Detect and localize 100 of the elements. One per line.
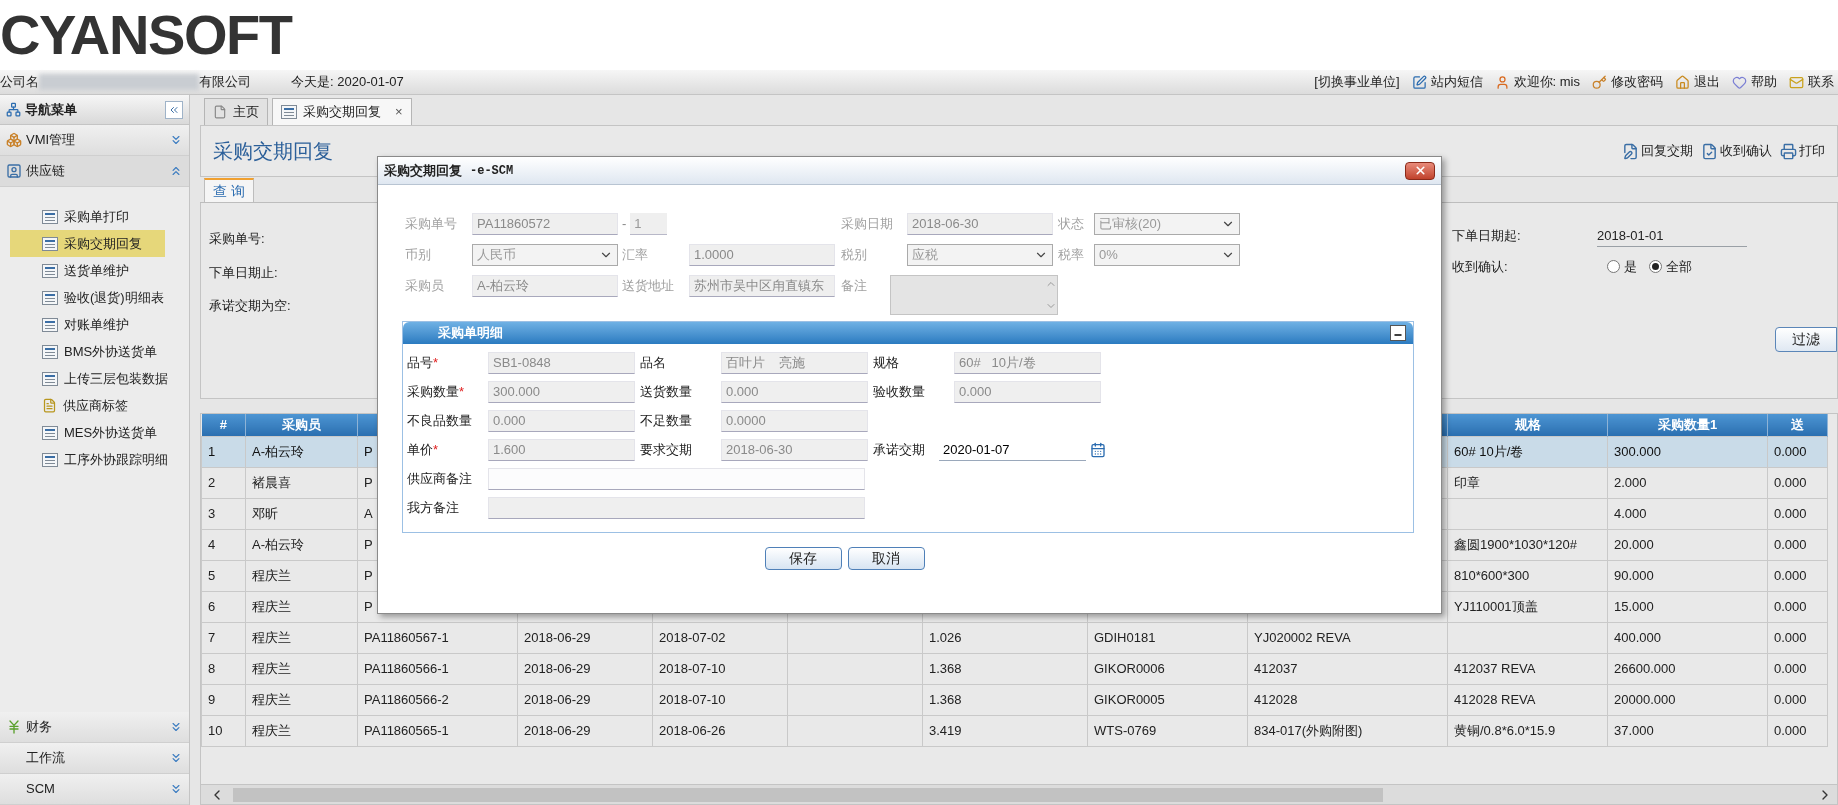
table-row[interactable]: 7 程庆兰 PA11860567-1 2018-06-29 2018-07-02 1.026 GDIH0181 YJ020002 REVA 400.000 0.000 (201, 622, 1828, 653)
field-label: 要求交期 (640, 441, 693, 460)
form-icon (42, 317, 58, 332)
collapse-icon (169, 164, 183, 178)
table-cell: YJ110001顶盖 (1454, 598, 1538, 614)
table-cell: PA11860565-1 (364, 722, 449, 738)
table-row[interactable]: 8 程庆兰 PA11860566-1 2018-06-29 2018-07-10 1.368 GIKOR0006 412037 412037 REVA 26600.000 0.000 (201, 653, 1828, 684)
table-cell: 400.000 (1614, 629, 1661, 645)
table-cell: 20.000 (1614, 536, 1654, 552)
table-cell: 1.368 (929, 660, 962, 676)
date-field[interactable]: 2018-01-01 (1597, 225, 1747, 247)
logo: CYANSOFT (0, 7, 292, 63)
form-icon (281, 105, 297, 119)
close-tab[interactable]: × (395, 102, 403, 122)
table-cell: 褚晨喜 (252, 474, 291, 490)
separator-text: - (622, 215, 627, 233)
toolbar-button[interactable]: 回复交期 (1622, 141, 1693, 161)
menu-item[interactable]: 供应商标签 (10, 392, 165, 419)
link-icon (1592, 74, 1607, 90)
radio-option[interactable]: 全部 (1649, 257, 1692, 277)
table-cell: 3.419 (929, 722, 962, 738)
header-link[interactable]: 帮助 (1732, 72, 1777, 92)
table-cell: 4 (208, 536, 216, 552)
field-label: 品名 (640, 354, 667, 373)
table-cell: 412037 (1254, 660, 1298, 676)
toolbar-icon (1780, 142, 1797, 160)
close-button[interactable] (1405, 161, 1435, 180)
toolbar-icon (1701, 142, 1718, 160)
header-link[interactable]: 站内短信 (1411, 72, 1483, 92)
field-label: 规格 (873, 354, 900, 373)
table-cell: 1.368 (929, 691, 962, 707)
table-cell: 印章 (1454, 474, 1480, 490)
table-cell: 9 (208, 691, 216, 707)
field-label: 单价* (407, 441, 440, 460)
menu-item[interactable]: 采购交期回复 (10, 230, 165, 257)
menu-group[interactable]: VMI管理 (0, 125, 189, 156)
field-label: 状态 (1058, 215, 1085, 233)
header-link[interactable]: 欢迎你: mis (1494, 72, 1580, 92)
table-cell: 412028 REVA (1454, 691, 1536, 707)
form-icon (42, 290, 58, 305)
table-cell: P (364, 474, 373, 490)
table-cell: 0.000 (1774, 722, 1807, 738)
expand-icon (169, 751, 183, 765)
field-label: 不足数量 (640, 412, 693, 431)
table-cell: 2018-07-10 (659, 660, 726, 676)
table-row[interactable]: 9 程庆兰 PA11860566-2 2018-06-29 2018-07-10 1.368 GIKOR0005 412028 412028 REVA 20000.000 0.000 (201, 684, 1828, 715)
header-link[interactable]: 退出 (1675, 72, 1720, 92)
menu-item[interactable]: 工序外协跟踪明细 (10, 446, 165, 473)
field-label: 备注 (841, 277, 868, 295)
horizontal-scrollbar[interactable] (201, 784, 1837, 804)
table-cell: 0.000 (1774, 443, 1807, 459)
dialog-button[interactable]: 取消 (847, 547, 925, 570)
table-cell: 8 (208, 660, 216, 676)
tab[interactable]: 采购交期回复 × (272, 98, 412, 125)
menu-group[interactable]: 财务 (0, 712, 189, 743)
header-link[interactable]: [切换事业单位] (1314, 72, 1400, 92)
menu-group[interactable]: SCM (0, 774, 189, 805)
menu-group[interactable]: 工作流 (0, 743, 189, 774)
menu-item[interactable]: MES外协送货单 (10, 419, 165, 446)
table-cell: PA11860567-1 (364, 629, 449, 645)
expand-icon (169, 782, 183, 796)
query-tab[interactable]: 查 询 (204, 178, 254, 202)
table-cell: GIKOR0006 (1094, 660, 1165, 676)
minimize-button[interactable] (1390, 325, 1406, 341)
field-label: 币别 (405, 246, 432, 264)
radio-option[interactable]: 是 (1607, 257, 1637, 277)
field-label: 采购单号: (209, 230, 266, 248)
table-cell: 邓昕 (252, 505, 278, 521)
field-label: 采购日期 (841, 215, 894, 233)
menu-item[interactable]: 送货单维护 (10, 257, 165, 284)
input-field[interactable] (488, 468, 865, 490)
table-cell: 6 (208, 598, 216, 614)
table-cell: 0.000 (1774, 536, 1807, 552)
header-link[interactable]: 修改密码 (1592, 72, 1663, 92)
header-link[interactable]: 联系 (1789, 72, 1834, 92)
table-cell: A-柏云玲 (252, 443, 304, 459)
calendar-icon[interactable] (1090, 442, 1106, 458)
group-icon (6, 719, 22, 735)
table-cell: PA11860566-1 (364, 660, 449, 676)
column-header: 送 (1791, 417, 1804, 432)
field-label: 下单日期止: (209, 263, 279, 282)
menu-group[interactable]: 供应链 (0, 156, 189, 187)
filter-button[interactable]: 过滤 (1775, 326, 1837, 352)
menu-item[interactable]: 采购单打印 (10, 203, 165, 230)
form-icon (42, 263, 58, 278)
menu-item[interactable]: 验收(退货)明细表 (10, 284, 165, 311)
menu-item[interactable]: BMS外协送货单 (10, 338, 165, 365)
table-cell: 0.000 (1774, 691, 1807, 707)
column-header: # (219, 417, 227, 432)
menu-item[interactable]: 对账单维护 (10, 311, 165, 338)
toolbar-button[interactable]: 打印 (1780, 141, 1825, 161)
tab[interactable]: 主页 (204, 98, 268, 125)
sitemap-icon (6, 102, 21, 117)
toolbar-button[interactable]: 收到确认 (1701, 141, 1772, 161)
table-row[interactable]: 10 程庆兰 PA11860565-1 2018-06-29 2018-06-26 3.419 WTS-0769 834-017(外购附图) 黄铜/0.8*6.0*15.9 37.000 0.000 (201, 715, 1828, 746)
table-cell: 2018-06-29 (524, 691, 591, 707)
dialog-button[interactable]: 保存 (764, 547, 842, 570)
form-icon (42, 344, 58, 359)
table-cell: 2018-07-10 (659, 691, 726, 707)
table-cell: 10 (208, 722, 223, 738)
